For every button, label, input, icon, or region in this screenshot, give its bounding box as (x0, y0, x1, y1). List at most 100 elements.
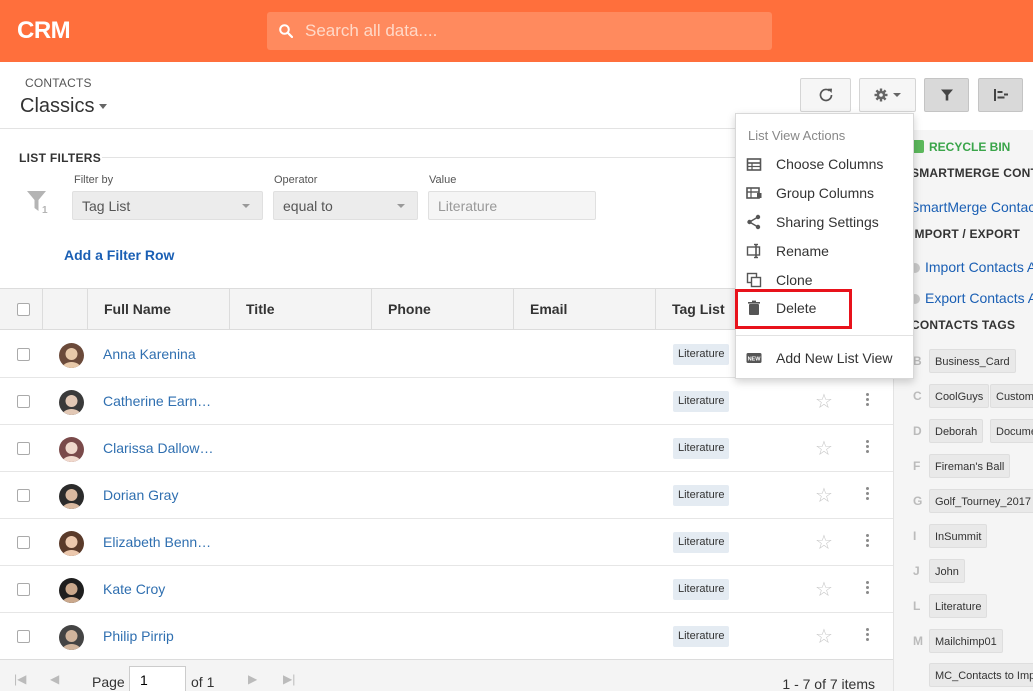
tag-badge[interactable]: Literature (673, 626, 730, 647)
more-actions-icon[interactable] (863, 626, 871, 646)
list-view-actions-menu: List View Actions Choose Columns Group C… (735, 113, 914, 379)
export-contacts-link[interactable]: Export Contacts A (910, 290, 1033, 306)
sidebar-tag[interactable]: Fireman's Ball (929, 454, 1011, 478)
row-checkbox[interactable] (17, 489, 30, 502)
sidebar-tag[interactable]: Custom (990, 384, 1033, 408)
sidebar-tag[interactable]: InSummit (929, 524, 988, 548)
sidebar-tag[interactable]: John (929, 559, 965, 583)
table-row[interactable]: Kate Croy Literature ☆ (0, 566, 893, 613)
contact-name-link[interactable]: Elizabeth Benn… (103, 534, 211, 550)
tag-badge[interactable]: Literature (673, 438, 730, 459)
layout-icon (993, 89, 1008, 101)
menu-item-group-columns[interactable]: Group Columns (736, 180, 913, 207)
more-actions-icon[interactable] (863, 438, 871, 458)
contact-name-link[interactable]: Catherine Earn… (103, 393, 211, 409)
add-filter-row-link[interactable]: Add a Filter Row (64, 247, 174, 263)
next-page-icon[interactable]: ▶ (248, 672, 257, 686)
row-checkbox[interactable] (17, 630, 30, 643)
menu-item-choose-columns[interactable]: Choose Columns (736, 151, 913, 178)
contact-name-link[interactable]: Kate Croy (103, 581, 165, 597)
import-contacts-link[interactable]: Import Contacts A (910, 259, 1033, 275)
filter-by-label: Filter by (74, 174, 114, 186)
page-label: Page (92, 674, 125, 690)
table-row[interactable]: Philip Pirrip Literature ☆ (0, 613, 893, 660)
sidebar-tag[interactable]: Deborah (929, 419, 984, 443)
filter-value-field[interactable]: Literature (428, 191, 596, 220)
sidebar-tag[interactable]: Literature (929, 594, 988, 618)
tag-group-letter: M (913, 634, 923, 648)
global-search[interactable] (267, 12, 772, 50)
sidebar-tag[interactable]: Mailchimp01 (929, 629, 1003, 653)
filter-by-select[interactable]: Tag List (72, 191, 263, 220)
page-number-input[interactable] (129, 666, 186, 691)
column-header-email[interactable]: Email (513, 289, 655, 329)
star-icon[interactable]: ☆ (815, 624, 833, 649)
row-checkbox[interactable] (17, 442, 30, 455)
list-filters-title: LIST FILTERS (19, 151, 102, 165)
more-actions-icon[interactable] (863, 485, 871, 505)
recycle-bin-link[interactable]: RECYCLE BIN (911, 140, 1010, 154)
table-row[interactable]: Elizabeth Benn… Literature ☆ (0, 519, 893, 566)
row-checkbox[interactable] (17, 348, 30, 361)
filter-count: 1 (42, 205, 48, 215)
sidebar-tag[interactable]: Docume (990, 419, 1033, 443)
smartmerge-contacts-link[interactable]: SmartMerge Contacts (910, 199, 1033, 215)
operator-select[interactable]: equal to (273, 191, 418, 220)
column-header-title[interactable]: Title (229, 289, 371, 329)
more-actions-icon[interactable] (863, 579, 871, 599)
sidebar-tag[interactable]: CoolGuys (929, 384, 990, 408)
tag-badge[interactable]: Literature (673, 579, 730, 600)
tag-badge[interactable]: Literature (673, 344, 730, 365)
table-row[interactable]: Clarissa Dallow… Literature ☆ (0, 425, 893, 472)
filter-by-value: Tag List (82, 198, 131, 214)
star-icon[interactable]: ☆ (815, 389, 833, 414)
sidebar-tag[interactable]: MC_Contacts to Imp (929, 663, 1033, 687)
column-header-full-name[interactable]: Full Name (87, 289, 229, 329)
menu-item-rename[interactable]: Rename (736, 238, 913, 265)
column-header-phone[interactable]: Phone (371, 289, 513, 329)
export-contacts-label: Export Contacts A (925, 290, 1033, 306)
star-icon[interactable]: ☆ (815, 577, 833, 602)
search-input[interactable] (305, 12, 755, 50)
menu-item-sharing-settings[interactable]: Sharing Settings (736, 209, 913, 236)
table-row[interactable]: Dorian Gray Literature ☆ (0, 472, 893, 519)
table-row[interactable]: Catherine Earn… Literature ☆ (0, 378, 893, 425)
select-all-checkbox[interactable] (17, 303, 30, 316)
contact-name-link[interactable]: Dorian Gray (103, 487, 178, 503)
menu-item-label: Group Columns (776, 185, 875, 201)
breadcrumb[interactable]: CONTACTS (25, 76, 92, 90)
refresh-button[interactable] (800, 78, 851, 112)
sidebar-tag[interactable]: Business_Card (929, 349, 1016, 373)
menu-item-label: Choose Columns (776, 156, 884, 172)
star-icon[interactable]: ☆ (815, 530, 833, 555)
tag-badge[interactable]: Literature (673, 485, 730, 506)
tag-badge[interactable]: Literature (673, 532, 730, 553)
row-checkbox[interactable] (17, 536, 30, 549)
star-icon[interactable]: ☆ (815, 436, 833, 461)
sidebar-tag[interactable]: Golf_Tourney_2017 (929, 489, 1033, 513)
contact-name-link[interactable]: Clarissa Dallow… (103, 440, 213, 456)
avatar (59, 343, 84, 368)
smartmerge-heading: SMARTMERGE CONT (911, 166, 1033, 180)
menu-item-delete[interactable]: Delete (736, 295, 913, 322)
tag-badge[interactable]: Literature (673, 391, 730, 412)
row-checkbox[interactable] (17, 395, 30, 408)
prev-page-icon[interactable]: ◀ (50, 672, 59, 686)
contact-name-link[interactable]: Philip Pirrip (103, 628, 174, 644)
contact-name-link[interactable]: Anna Karenina (103, 346, 196, 362)
menu-item-clone[interactable]: Clone (736, 267, 913, 294)
settings-dropdown-button[interactable] (859, 78, 916, 112)
star-icon[interactable]: ☆ (815, 483, 833, 508)
list-view-selector[interactable]: Classics (20, 95, 108, 118)
filter-toggle-button[interactable] (924, 78, 969, 112)
row-checkbox[interactable] (17, 583, 30, 596)
import-export-heading: IMPORT / EXPORT (911, 227, 1021, 241)
brand-logo[interactable]: CRM (17, 17, 71, 45)
first-page-icon[interactable]: |◀ (14, 672, 26, 686)
last-page-icon[interactable]: ▶| (283, 672, 295, 686)
menu-item-add-new-list-view[interactable]: NEW Add New List View (736, 345, 913, 372)
layout-toggle-button[interactable] (978, 78, 1023, 112)
avatar (59, 437, 84, 462)
more-actions-icon[interactable] (863, 391, 871, 411)
more-actions-icon[interactable] (863, 532, 871, 552)
